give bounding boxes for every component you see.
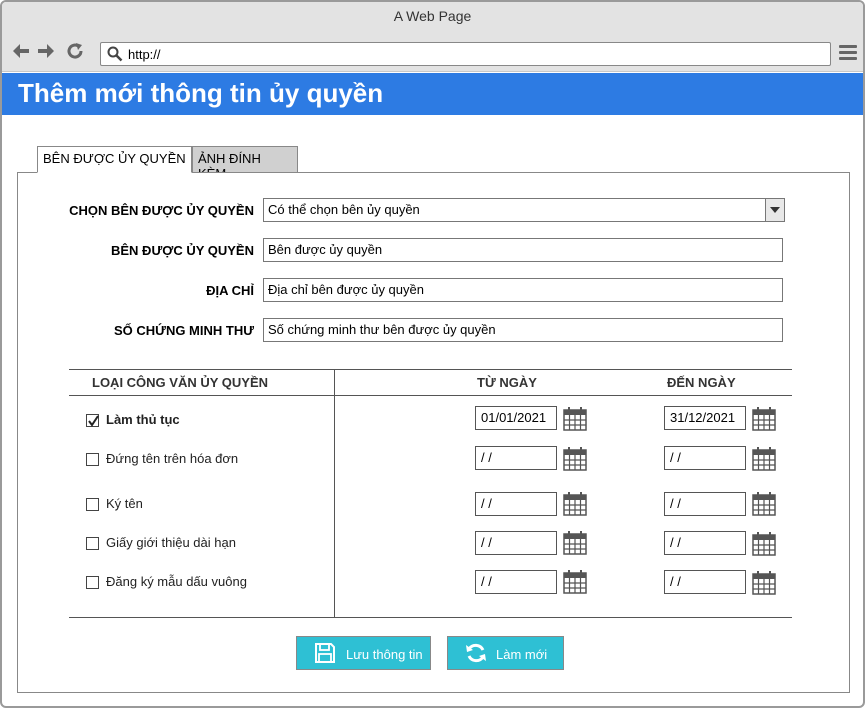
page-header: Thêm mới thông tin ủy quyền — [2, 73, 863, 115]
to-date-input-4[interactable]: / / — [664, 531, 746, 555]
select-party-dropdown[interactable]: Có thể chọn bên ủy quyền — [263, 198, 785, 222]
id-number-label: SỐ CHỨNG MINH THƯ — [113, 323, 254, 338]
calendar-icon[interactable] — [563, 407, 587, 431]
calendar-icon[interactable] — [752, 571, 776, 595]
table-header-border — [69, 395, 792, 396]
browser-toolbar: http:// — [2, 32, 863, 72]
calendar-icon[interactable] — [752, 407, 776, 431]
window-title: A Web Page — [2, 2, 863, 32]
id-number-input[interactable]: Số chứng minh thư bên được ủy quyền — [263, 318, 783, 342]
save-icon — [315, 643, 335, 663]
reset-button[interactable]: Làm mới — [447, 636, 564, 670]
row-label-1: Làm thủ tục — [106, 412, 180, 427]
row-checkbox-3[interactable] — [86, 498, 99, 511]
select-party-value: Có thể chọn bên ủy quyền — [268, 202, 420, 217]
calendar-icon[interactable] — [752, 447, 776, 471]
select-party-label: CHỌN BÊN ĐƯỢC ỦY QUYỀN — [69, 203, 254, 218]
row-label-3: Ký tên — [106, 496, 143, 511]
party-name-label: BÊN ĐƯỢC ỦY QUYỀN — [111, 243, 254, 258]
tab-authorized-party[interactable]: BÊN ĐƯỢC ỦY QUYỀN — [37, 146, 192, 173]
col-header-type: LOẠI CÔNG VĂN ỦY QUYỀN — [92, 375, 269, 390]
from-date-input-4[interactable]: / / — [475, 531, 557, 555]
forward-arrow-icon[interactable] — [35, 41, 57, 63]
to-date-input-1[interactable]: 31/12/2021 — [664, 406, 746, 430]
refresh-icon — [466, 643, 486, 663]
row-label-5: Đăng ký mẫu dấu vuông — [106, 574, 247, 589]
from-date-input-1[interactable]: 01/01/2021 — [475, 406, 557, 430]
table-bottom-border — [69, 617, 792, 618]
calendar-icon[interactable] — [563, 531, 587, 555]
row-checkbox-1[interactable] — [86, 414, 99, 427]
url-text: http:// — [128, 47, 161, 62]
address-label: ĐỊA CHỈ — [206, 283, 254, 298]
calendar-icon[interactable] — [752, 492, 776, 516]
row-label-4: Giấy giới thiệu dài hạn — [106, 535, 236, 550]
col-header-to: ĐẾN NGÀY — [667, 375, 736, 390]
search-icon — [107, 46, 123, 62]
col-header-from: TỪ NGÀY — [477, 375, 537, 390]
from-date-input-5[interactable]: / / — [475, 570, 557, 594]
refresh-icon[interactable] — [64, 41, 86, 63]
from-date-input-2[interactable]: / / — [475, 446, 557, 470]
calendar-icon[interactable] — [563, 447, 587, 471]
calendar-icon[interactable] — [752, 532, 776, 556]
to-date-input-2[interactable]: / / — [664, 446, 746, 470]
address-input[interactable]: Địa chỉ bên được ủy quyền — [263, 278, 783, 302]
page-title: Thêm mới thông tin ủy quyền — [18, 78, 384, 108]
row-label-2: Đứng tên trên hóa đơn — [106, 451, 239, 466]
from-date-input-3[interactable]: / / — [475, 492, 557, 516]
checkmark-icon — [88, 415, 99, 427]
save-button[interactable]: Lưu thông tin — [296, 636, 431, 670]
reset-button-label: Làm mới — [496, 647, 548, 662]
table-top-border — [69, 369, 792, 370]
to-date-input-5[interactable]: / / — [664, 570, 746, 594]
save-button-label: Lưu thông tin — [346, 647, 423, 662]
menu-icon[interactable] — [839, 45, 857, 63]
calendar-icon[interactable] — [563, 492, 587, 516]
chevron-down-icon[interactable] — [765, 199, 784, 221]
row-checkbox-5[interactable] — [86, 576, 99, 589]
party-name-input[interactable]: Bên được ủy quyền — [263, 238, 783, 262]
back-arrow-icon[interactable] — [10, 41, 32, 63]
to-date-input-3[interactable]: / / — [664, 492, 746, 516]
row-checkbox-4[interactable] — [86, 537, 99, 550]
table-divider — [334, 369, 335, 618]
browser-window: A Web Page http:// Thêm mới thông tin ủy… — [0, 0, 865, 708]
calendar-icon[interactable] — [563, 570, 587, 594]
tab-attachments[interactable]: ẢNH ĐÍNH KÈM — [192, 146, 298, 181]
address-bar[interactable]: http:// — [100, 42, 831, 66]
row-checkbox-2[interactable] — [86, 453, 99, 466]
